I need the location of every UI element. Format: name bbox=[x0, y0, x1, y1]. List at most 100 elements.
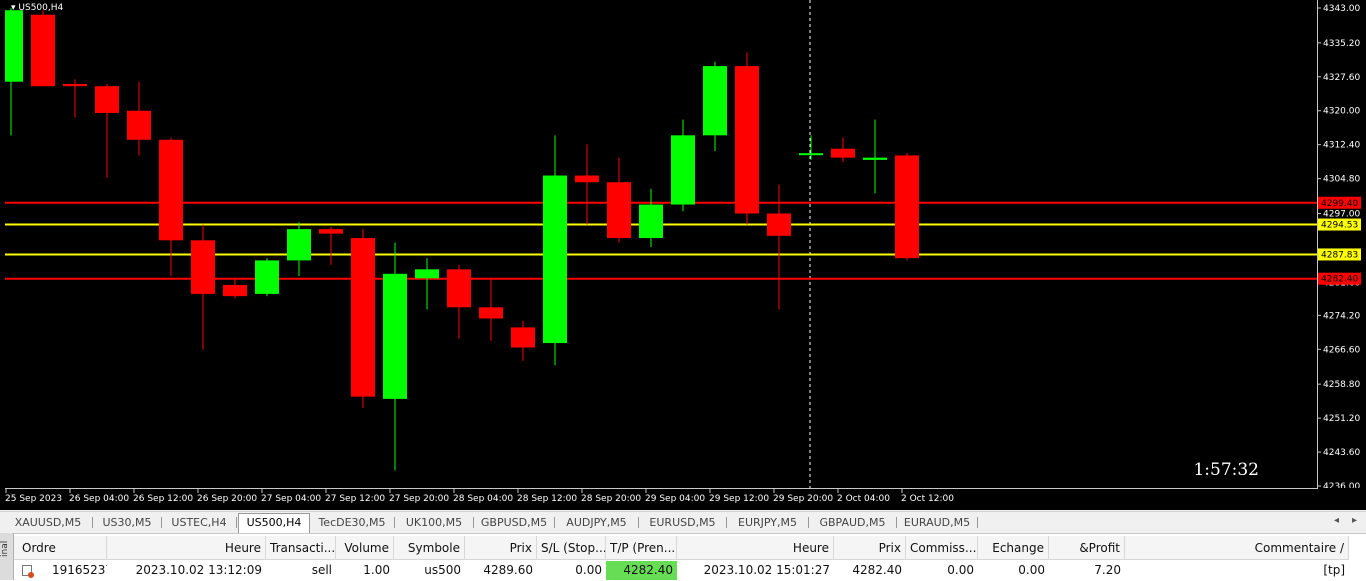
chart-tab[interactable]: USTEC,H4 bbox=[163, 514, 235, 531]
candle-body[interactable] bbox=[383, 273, 407, 399]
table-cell[interactable]: 0.00 bbox=[906, 561, 978, 580]
candle-body[interactable] bbox=[575, 175, 599, 183]
column-header[interactable]: T/P (Pren... bbox=[606, 536, 677, 560]
candle-body[interactable] bbox=[799, 153, 823, 156]
time-tick-label: 29 Sep 04:00 bbox=[645, 494, 705, 504]
candle-body[interactable] bbox=[863, 157, 887, 160]
chart-tab[interactable]: EURUSD,M5 bbox=[640, 514, 725, 531]
candle-body[interactable] bbox=[0, 10, 23, 82]
candle-body[interactable] bbox=[479, 307, 503, 319]
candle-body[interactable] bbox=[735, 66, 759, 214]
table-cell[interactable]: 4282.40 bbox=[834, 561, 906, 580]
table-cell[interactable]: 4289.60 bbox=[465, 561, 537, 580]
tab-separator bbox=[236, 517, 237, 528]
chart-tab[interactable]: EURJPY,M5 bbox=[728, 514, 807, 531]
terminal-side-tab[interactable]: inal bbox=[0, 533, 14, 580]
candle-body[interactable] bbox=[95, 86, 119, 113]
candle-body[interactable] bbox=[63, 83, 87, 87]
chart-tab[interactable]: AUDJPY,M5 bbox=[556, 514, 637, 531]
candle-body[interactable] bbox=[31, 14, 55, 87]
table-cell[interactable]: [tp] bbox=[1125, 561, 1349, 580]
candle-body[interactable] bbox=[319, 229, 343, 234]
column-header[interactable]: Echange bbox=[978, 536, 1049, 560]
time-tick-label: 25 Sep 2023 bbox=[5, 494, 62, 504]
chart-tab[interactable]: GBPUSD,M5 bbox=[475, 514, 553, 531]
candle-body[interactable] bbox=[351, 238, 375, 397]
table-cell[interactable]: 0.00 bbox=[537, 561, 606, 580]
price-axis[interactable]: 4343.00 4335.20 4327.60 4320.00 4312.40 4304.… bbox=[1317, 0, 1366, 488]
table-cell[interactable]: 7.20 bbox=[1049, 561, 1125, 580]
table-cell[interactable]: us500 bbox=[394, 561, 465, 580]
terminal-side-label: inal bbox=[0, 540, 10, 557]
candle-body[interactable] bbox=[447, 269, 471, 308]
price-tick-label: 4320.00 bbox=[1323, 107, 1360, 117]
column-header[interactable]: &Profit bbox=[1049, 536, 1125, 560]
chart-window[interactable]: ▾ US500,H4 1:57:32 4343.00 4335.20 4327.60… bbox=[0, 0, 1366, 510]
price-tick-label: 4266.60 bbox=[1323, 345, 1360, 355]
table-cell[interactable]: 1.00 bbox=[336, 561, 394, 580]
candle-body[interactable] bbox=[511, 327, 535, 348]
column-header[interactable]: Volume bbox=[336, 536, 394, 560]
candle-body[interactable] bbox=[287, 229, 311, 261]
chart-tab[interactable]: UK100,M5 bbox=[396, 514, 472, 531]
price-tick-label: 4297.00 bbox=[1323, 209, 1360, 219]
candle-body[interactable] bbox=[223, 284, 247, 297]
scroll-left-arrow-icon[interactable]: ◂ bbox=[1334, 515, 1339, 526]
chart-tab[interactable]: XAUUSD,M5 bbox=[5, 514, 91, 531]
price-label-text: 4299.40 bbox=[1321, 199, 1358, 209]
column-header[interactable]: Prix bbox=[465, 536, 537, 560]
column-header[interactable]: Heure bbox=[677, 536, 834, 560]
time-tick-label: 26 Sep 20:00 bbox=[197, 494, 257, 504]
column-header[interactable]: Prix bbox=[834, 536, 906, 560]
table-cell[interactable]: 2023.10.02 15:01:27 bbox=[677, 561, 834, 580]
column-header[interactable]: Heure bbox=[107, 536, 266, 560]
time-tick-label: 26 Sep 12:00 bbox=[133, 494, 193, 504]
table-cell[interactable]: 0.00 bbox=[978, 561, 1049, 580]
candle-body[interactable] bbox=[671, 135, 695, 205]
time-tick-label: 28 Sep 04:00 bbox=[453, 494, 513, 504]
price-label-text: 4294.53 bbox=[1321, 221, 1358, 231]
table-cell[interactable]: 4282.40 bbox=[606, 561, 677, 580]
price-tick-label: 4258.80 bbox=[1323, 380, 1360, 390]
tab-separator bbox=[394, 517, 395, 528]
candle-body[interactable] bbox=[767, 213, 791, 236]
tab-separator bbox=[92, 517, 93, 528]
column-header[interactable]: Commiss... bbox=[906, 536, 978, 560]
candle-body[interactable] bbox=[831, 148, 855, 158]
chart-plot-area[interactable]: ▾ US500,H4 1:57:32 bbox=[0, 0, 1318, 489]
candle-body[interactable] bbox=[639, 204, 663, 239]
column-header[interactable]: S/L (Stop... bbox=[537, 536, 606, 560]
candle-body[interactable] bbox=[255, 260, 279, 294]
candle-countdown-timer: 1:57:32 bbox=[1193, 460, 1259, 480]
tab-separator bbox=[161, 517, 162, 528]
scroll-right-arrow-icon[interactable]: ▸ bbox=[1352, 515, 1357, 526]
column-header[interactable]: Commentaire / bbox=[1125, 536, 1349, 560]
chart-tab[interactable]: US30,M5 bbox=[94, 514, 160, 531]
chart-tab[interactable]: TecDE30,M5 bbox=[311, 514, 393, 531]
time-axis[interactable]: 25 Sep 2023 26 Sep 04:00 26 Sep 12:00 26 Se… bbox=[5, 489, 1317, 510]
candlestick-chart[interactable] bbox=[0, 0, 1317, 488]
chart-symbol-label: ▾ US500,H4 bbox=[11, 3, 64, 13]
chart-tab[interactable]: EURAUD,M5 bbox=[898, 514, 976, 531]
candle-body[interactable] bbox=[415, 269, 439, 279]
candle-body[interactable] bbox=[895, 155, 919, 259]
candle-body[interactable] bbox=[127, 110, 151, 140]
column-header[interactable]: Ordre bbox=[14, 536, 107, 560]
candle-body[interactable] bbox=[191, 240, 215, 294]
candle-body[interactable] bbox=[543, 175, 567, 344]
price-tick-label: 4251.20 bbox=[1323, 414, 1360, 424]
candle-body[interactable] bbox=[607, 182, 631, 239]
time-tick-label: 29 Sep 20:00 bbox=[773, 494, 833, 504]
chart-tab[interactable]: GBPAUD,M5 bbox=[810, 514, 895, 531]
table-cell[interactable]: sell bbox=[266, 561, 336, 580]
table-cell[interactable]: 2023.10.02 13:12:09 bbox=[107, 561, 266, 580]
price-tick-label: 4335.20 bbox=[1323, 39, 1360, 49]
candle-body[interactable] bbox=[703, 66, 727, 136]
chart-tab[interactable]: US500,H4 bbox=[238, 513, 310, 533]
price-tick-label: 4304.80 bbox=[1323, 175, 1360, 185]
column-header[interactable]: Transacti... bbox=[266, 536, 336, 560]
price-label-text: 4282.40 bbox=[1321, 275, 1358, 285]
candle-body[interactable] bbox=[159, 139, 183, 241]
time-tick-label: 27 Sep 20:00 bbox=[389, 494, 449, 504]
column-header[interactable]: Symbole bbox=[394, 536, 465, 560]
